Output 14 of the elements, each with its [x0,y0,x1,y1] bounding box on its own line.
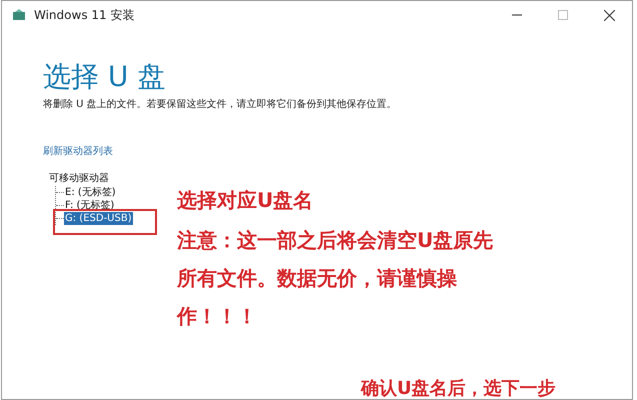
refresh-link[interactable]: 刷新驱动器列表 [43,144,113,159]
setup-icon [12,9,26,21]
tree-root[interactable]: 可移动驱动器 [43,171,173,186]
description-text: 将删除 U 盘上的文件。若要保留这些文件，请立即将它们备份到其他保存位置。 [43,98,398,112]
page-heading: 选择 U 盘 [43,59,166,95]
tree-item[interactable]: E: (无标签) [64,186,117,199]
annotation-text: 确认U盘名后，选下一步 [361,377,557,400]
annotation-text: 选择对应U盘名 [177,187,314,214]
tree-item[interactable]: F: (无标签) [64,199,116,212]
annotation-text: 注意：这一部之后将会清空U盘原先所有文件。数据无价，请谨慎操作！！！ [177,227,494,330]
close-icon [604,10,614,20]
window-title: Windows 11 安装 [34,7,134,24]
tree-item[interactable]: G: (ESD-USB) [64,212,133,225]
maximize-icon [558,10,568,20]
